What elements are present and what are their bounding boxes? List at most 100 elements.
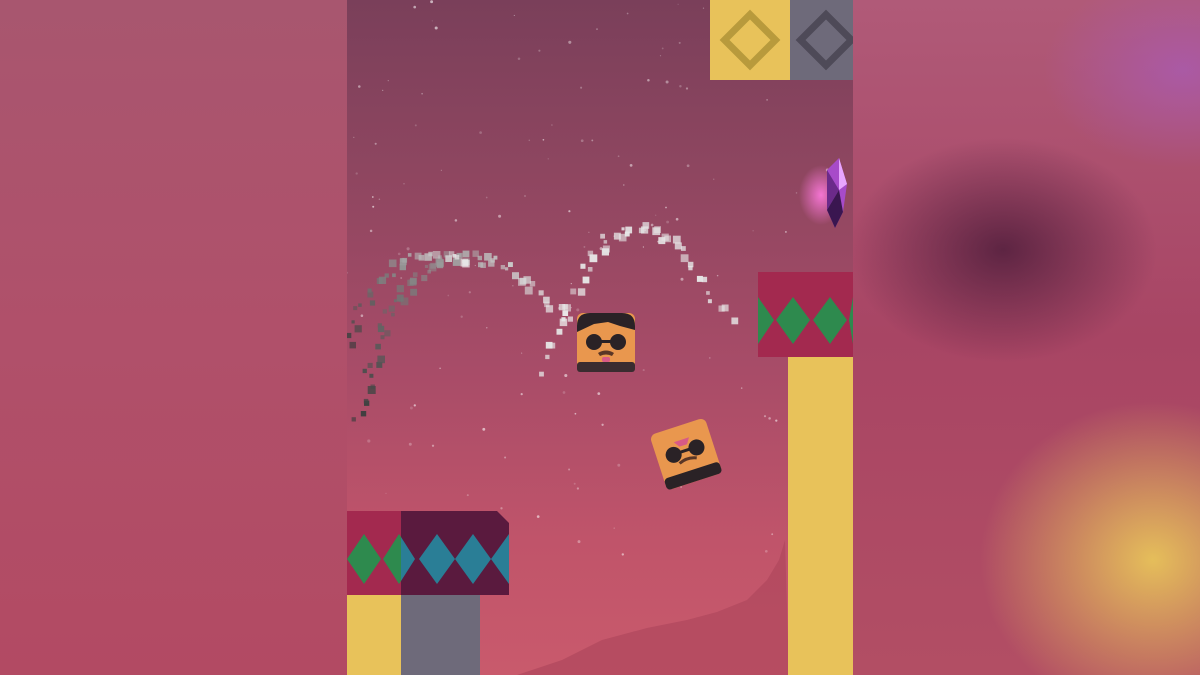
trail-particle: [362, 368, 367, 374]
trail-particle: [524, 286, 533, 295]
trail-particle: [424, 264, 428, 268]
trail-particle: [587, 267, 593, 272]
trail-particle: [462, 260, 470, 268]
purple-crystal-gem-icon[interactable]: [797, 150, 853, 240]
trail-particle: [388, 259, 397, 268]
trail-particle: [375, 343, 381, 350]
trail-particle: [412, 272, 418, 277]
trail-particle: [505, 267, 509, 271]
trail-particle: [556, 328, 563, 335]
trail-particle: [539, 371, 544, 377]
right-pillar-cap: [758, 272, 853, 357]
trail-particle: [353, 306, 358, 311]
trail-particle: [587, 250, 594, 257]
trail-particle: [680, 254, 689, 263]
trail-particle: [480, 262, 486, 268]
trail-particle: [380, 335, 385, 340]
trail-particle: [580, 263, 586, 269]
trail-particle: [428, 251, 433, 257]
game-viewport[interactable]: [347, 0, 853, 675]
player-character[interactable]: [576, 312, 636, 374]
trail-particle: [367, 362, 373, 368]
trail-particle: [518, 278, 526, 286]
trail-particle: [538, 290, 544, 296]
trail-particle: [377, 355, 385, 364]
left-pillar-cap: [347, 511, 509, 595]
trail-particle: [600, 233, 605, 239]
trail-particle: [382, 309, 387, 314]
trail-particle: [363, 398, 369, 404]
trail-particle: [477, 255, 482, 261]
diamond-outline-icon: [719, 9, 781, 71]
trail-particle: [407, 253, 412, 257]
top-yellow-block: [710, 0, 790, 80]
trail-particle: [400, 297, 409, 306]
trail-particle: [545, 354, 550, 360]
trail-particle: [430, 262, 437, 269]
trail-particle: [351, 320, 355, 324]
blurred-background-left: [0, 0, 347, 675]
trail-particle: [500, 265, 505, 270]
trail-particle: [369, 373, 374, 378]
trail-particle: [664, 235, 671, 243]
trail-particle: [602, 245, 610, 253]
trail-particle: [529, 281, 536, 287]
diamond-band: [347, 511, 509, 595]
diamond-band: [758, 297, 853, 344]
trail-particle: [421, 275, 428, 282]
trail-particle: [545, 305, 554, 313]
blurred-background-right: [853, 0, 1200, 675]
trail-particle: [354, 325, 362, 333]
trail-particle: [706, 291, 710, 295]
trail-particle: [508, 262, 513, 267]
trail-particle: [674, 242, 682, 250]
trail-particle: [549, 342, 556, 349]
trail-particle: [393, 299, 397, 303]
trail-particle: [418, 254, 425, 261]
trail-particle: [688, 266, 693, 271]
trail-particle: [641, 226, 649, 234]
trail-particle: [351, 417, 356, 422]
trail-particle: [582, 276, 590, 284]
trail-particle: [360, 411, 367, 417]
trail-particle: [358, 303, 362, 307]
left-pillar-body-yellow: [347, 595, 401, 675]
trail-particle: [384, 330, 391, 337]
companion-character[interactable]: [647, 415, 725, 493]
trail-particle: [377, 325, 385, 333]
right-pillar-body: [788, 357, 853, 675]
trail-particle: [462, 250, 470, 258]
trail-particle: [672, 235, 681, 244]
trail-particle: [454, 254, 460, 260]
trail-particle: [512, 272, 519, 280]
trail-particle: [427, 269, 431, 274]
trail-particle: [432, 251, 441, 259]
trail-particle: [370, 384, 375, 389]
trail-particle: [349, 341, 356, 349]
trail-particle: [707, 299, 712, 304]
trail-particle: [570, 288, 577, 295]
trail-particle: [562, 304, 568, 310]
trail-particle: [410, 288, 418, 296]
trail-particle: [624, 231, 630, 237]
trail-particle: [402, 257, 408, 263]
trail-particle: [567, 316, 573, 322]
trail-particle: [367, 288, 372, 293]
trail-particle: [613, 232, 621, 240]
trail-particle: [410, 277, 417, 285]
trail-particle: [577, 288, 586, 296]
trail-particle: [388, 305, 395, 312]
trail-particle: [391, 312, 395, 317]
top-gray-block: [790, 0, 853, 80]
trail-particle: [561, 317, 566, 322]
left-pillar-body-gray: [401, 595, 480, 675]
trail-particle: [378, 276, 387, 284]
diamond-outline-icon: [795, 9, 853, 71]
trail-particle: [369, 300, 376, 306]
trail-particle: [347, 332, 352, 339]
trail-particle: [392, 273, 396, 278]
trail-particle: [490, 258, 495, 263]
trail-particle: [436, 261, 444, 269]
trail-particle: [718, 305, 725, 312]
trail-particle: [621, 227, 625, 231]
